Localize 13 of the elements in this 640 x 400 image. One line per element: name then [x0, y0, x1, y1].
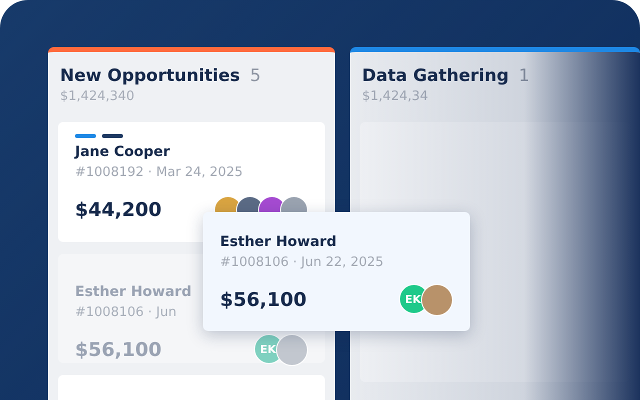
column-title: Data Gathering	[362, 66, 509, 86]
deal-amount: $56,100	[220, 289, 307, 311]
contact-name: Jane Cooper	[75, 144, 171, 160]
deal-count: 5	[250, 66, 261, 86]
deal-count: 1	[518, 66, 530, 86]
contact-name: Esther Howard	[75, 284, 192, 300]
deal-id-date: #1008106 · Jun	[75, 305, 176, 320]
deal-amount: $44,200	[75, 199, 162, 221]
deal-amount: $56,100	[75, 339, 162, 361]
column-title: New Opportunities	[60, 66, 240, 86]
column-total: $1,424,340	[59, 89, 136, 104]
deal-id-date: #1008192 · Mar 24, 2025	[75, 165, 243, 180]
column-total: $1,424,34	[361, 89, 430, 104]
